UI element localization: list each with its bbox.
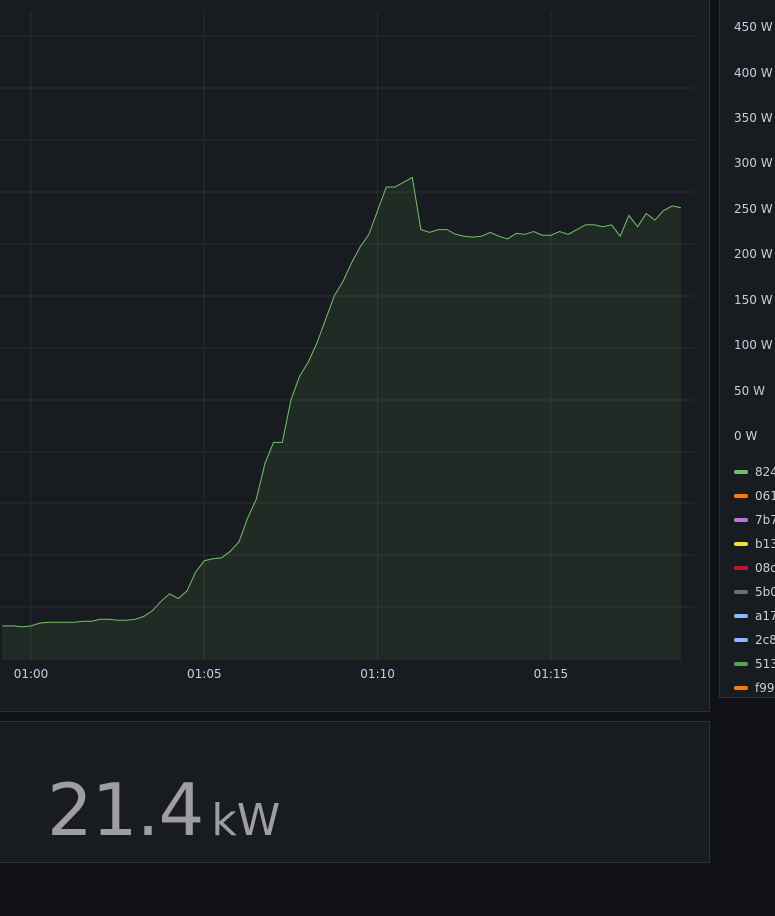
legend-label: 08d (755, 561, 775, 575)
time-series-panel: 01:00 01:05 01:10 01:15 (0, 0, 710, 712)
legend-swatch (734, 590, 748, 594)
legend-item[interactable]: 824 (734, 465, 775, 479)
legend-item[interactable]: b13 (734, 537, 775, 551)
legend-item[interactable]: 08d (734, 561, 775, 575)
y-tick-label: 50 W (734, 384, 765, 398)
legend-label: 7b7 (755, 513, 775, 527)
x-axis: 01:00 01:05 01:10 01:15 (14, 667, 568, 681)
legend-swatch (734, 662, 748, 666)
legend-item[interactable]: 7b7 (734, 513, 775, 527)
legend-item[interactable]: 061 (734, 489, 775, 503)
y-tick-label: 400 W (734, 66, 773, 80)
legend-item[interactable]: 2c8 (734, 633, 775, 647)
stat-value: 21.4 kW (47, 770, 280, 861)
legend-item[interactable]: 513 (734, 657, 775, 671)
x-tick-label: 01:15 (534, 667, 569, 681)
legend-label: 061 (755, 489, 775, 503)
legend-swatch (734, 470, 748, 474)
legend-label: b13 (755, 537, 775, 551)
y-tick-label: 0 W (734, 429, 758, 443)
y-tick-label: 150 W (734, 293, 773, 307)
legend-swatch (734, 566, 748, 570)
legend-swatch (734, 494, 748, 498)
legend-item[interactable]: a17d (734, 609, 775, 623)
series-area (2, 177, 681, 660)
chart-series (2, 176, 682, 660)
legend-swatch (734, 638, 748, 642)
stat-number: 21.4 (47, 768, 204, 852)
stat-unit: kW (211, 795, 281, 846)
x-tick-label: 01:10 (360, 667, 395, 681)
legend-label: 2c8 (755, 633, 775, 647)
legend-swatch (734, 686, 748, 690)
legend-swatch (734, 518, 748, 522)
x-tick-label: 01:00 (14, 667, 49, 681)
y-tick-label: 350 W (734, 111, 773, 125)
legend-item[interactable]: 5b0 (734, 585, 775, 599)
legend-label: 5b0 (755, 585, 775, 599)
legend-label: f99 (755, 681, 775, 695)
stat-panel: 21.4 kW (0, 721, 710, 863)
y-tick-label: 300 W (734, 156, 773, 170)
y-tick-label: 450 W (734, 20, 773, 34)
time-series-chart: 01:00 01:05 01:10 01:15 (0, 11, 694, 681)
x-tick-label: 01:05 (187, 667, 222, 681)
legend-item[interactable]: f99 (734, 681, 775, 695)
y-tick-label: 200 W (734, 247, 773, 261)
legend-label: a17d (755, 609, 775, 623)
legend-label: 513 (755, 657, 775, 671)
legend-label: 824 (755, 465, 775, 479)
legend-swatch (734, 614, 748, 618)
secondary-panel: 450 W 400 W 350 W 300 W 250 W 200 W 150 W 100 W… (719, 0, 775, 698)
y-tick-label: 250 W (734, 202, 773, 216)
y-tick-label: 100 W (734, 338, 773, 352)
legend-swatch (734, 542, 748, 546)
